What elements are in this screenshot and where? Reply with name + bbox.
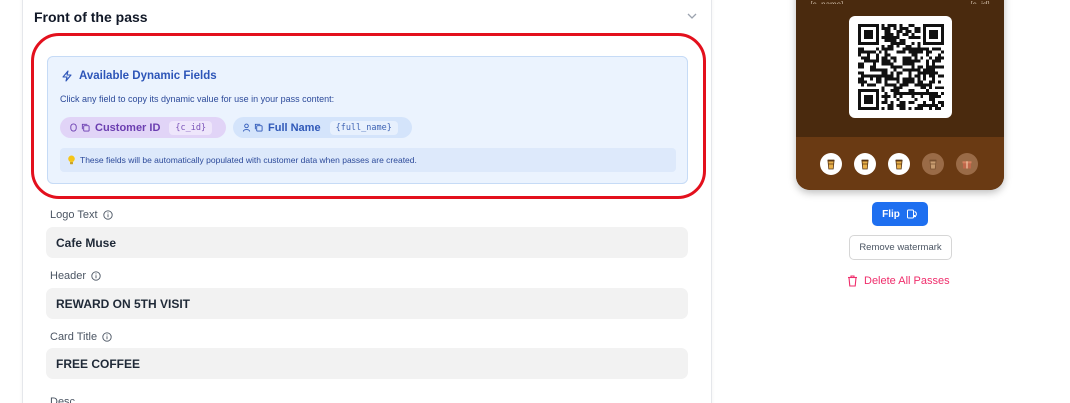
qr-code-icon	[858, 24, 944, 110]
chip-label: Full Name	[268, 121, 321, 134]
logo-text-label-text: Logo Text	[50, 209, 98, 221]
remove-watermark-button[interactable]: Remove watermark	[849, 235, 952, 260]
stamp-filled	[820, 153, 842, 175]
chip-label: Customer ID	[95, 121, 161, 134]
dynamic-fields-panel: Available Dynamic Fields Click any field…	[47, 56, 688, 184]
logo-text-label: Logo Text	[50, 209, 113, 221]
card-title-label-text: Card Title	[50, 331, 98, 343]
header-label: Header	[50, 270, 101, 282]
card-title-input[interactable]: FREE COFFEE	[46, 348, 688, 379]
card-title-label: Card Title	[50, 331, 112, 343]
dynamic-fields-note: These fields will be automatically popul…	[60, 148, 676, 172]
dynamic-fields-heading: Available Dynamic Fields	[61, 70, 217, 82]
chip-customer-id[interactable]: Customer ID {c_id}	[60, 117, 226, 138]
flip-icon	[906, 209, 917, 219]
stamp-row	[820, 153, 978, 175]
coffee-cup-icon	[861, 159, 869, 170]
page: Front of the pass Available Dynamic Fiel…	[0, 0, 1070, 403]
note-text: These fields will be automatically popul…	[80, 155, 417, 165]
delete-all-label: Delete All Passes	[864, 275, 950, 287]
trash-icon	[848, 275, 857, 287]
info-icon[interactable]	[102, 332, 112, 342]
coffee-cup-icon	[929, 159, 937, 170]
info-icon[interactable]	[102, 210, 113, 220]
dynamic-fields-instruction: Click any field to copy its dynamic valu…	[60, 94, 335, 104]
header-label-text: Header	[50, 270, 87, 282]
copy-icon	[254, 123, 263, 132]
stamp-filled	[888, 153, 910, 175]
coffee-cup-icon	[827, 159, 835, 170]
lightning-icon	[62, 70, 72, 82]
section-title[interactable]: Front of the pass	[34, 9, 148, 25]
coffee-cup-icon	[895, 159, 903, 170]
chip-code: {c_id}	[169, 120, 213, 135]
copy-icon	[81, 123, 90, 132]
chip-code: {full_name}	[329, 120, 398, 135]
logo-text-input[interactable]: Cafe Muse	[46, 227, 688, 258]
user-icon	[242, 123, 251, 132]
gift-icon	[962, 161, 972, 169]
stamp-filled	[854, 153, 876, 175]
pass-top-left-text: {c_name}	[810, 0, 844, 4]
pass-preview: {c_name} {c_id}	[796, 0, 1004, 190]
lightbulb-icon	[68, 155, 75, 165]
delete-all-passes-button[interactable]: Delete All Passes	[847, 275, 950, 287]
stamp-empty	[922, 153, 944, 175]
reward-stamp	[956, 153, 978, 175]
flip-button[interactable]: Flip	[872, 202, 928, 226]
dynamic-fields-title: Available Dynamic Fields	[79, 70, 217, 82]
pass-top-right-text: {c_id}	[970, 0, 990, 4]
tag-icon	[70, 123, 77, 132]
chevron-down-icon[interactable]	[686, 10, 698, 22]
chip-full-name[interactable]: Full Name {full_name}	[233, 117, 412, 138]
header-input[interactable]: REWARD ON 5TH VISIT	[46, 288, 688, 319]
qr-code	[849, 16, 952, 118]
next-field-label: Desc	[50, 396, 76, 403]
info-icon[interactable]	[91, 271, 101, 281]
flip-button-label: Flip	[882, 208, 900, 220]
dynamic-field-chips: Customer ID {c_id} Full Name {full_name}	[60, 117, 412, 138]
